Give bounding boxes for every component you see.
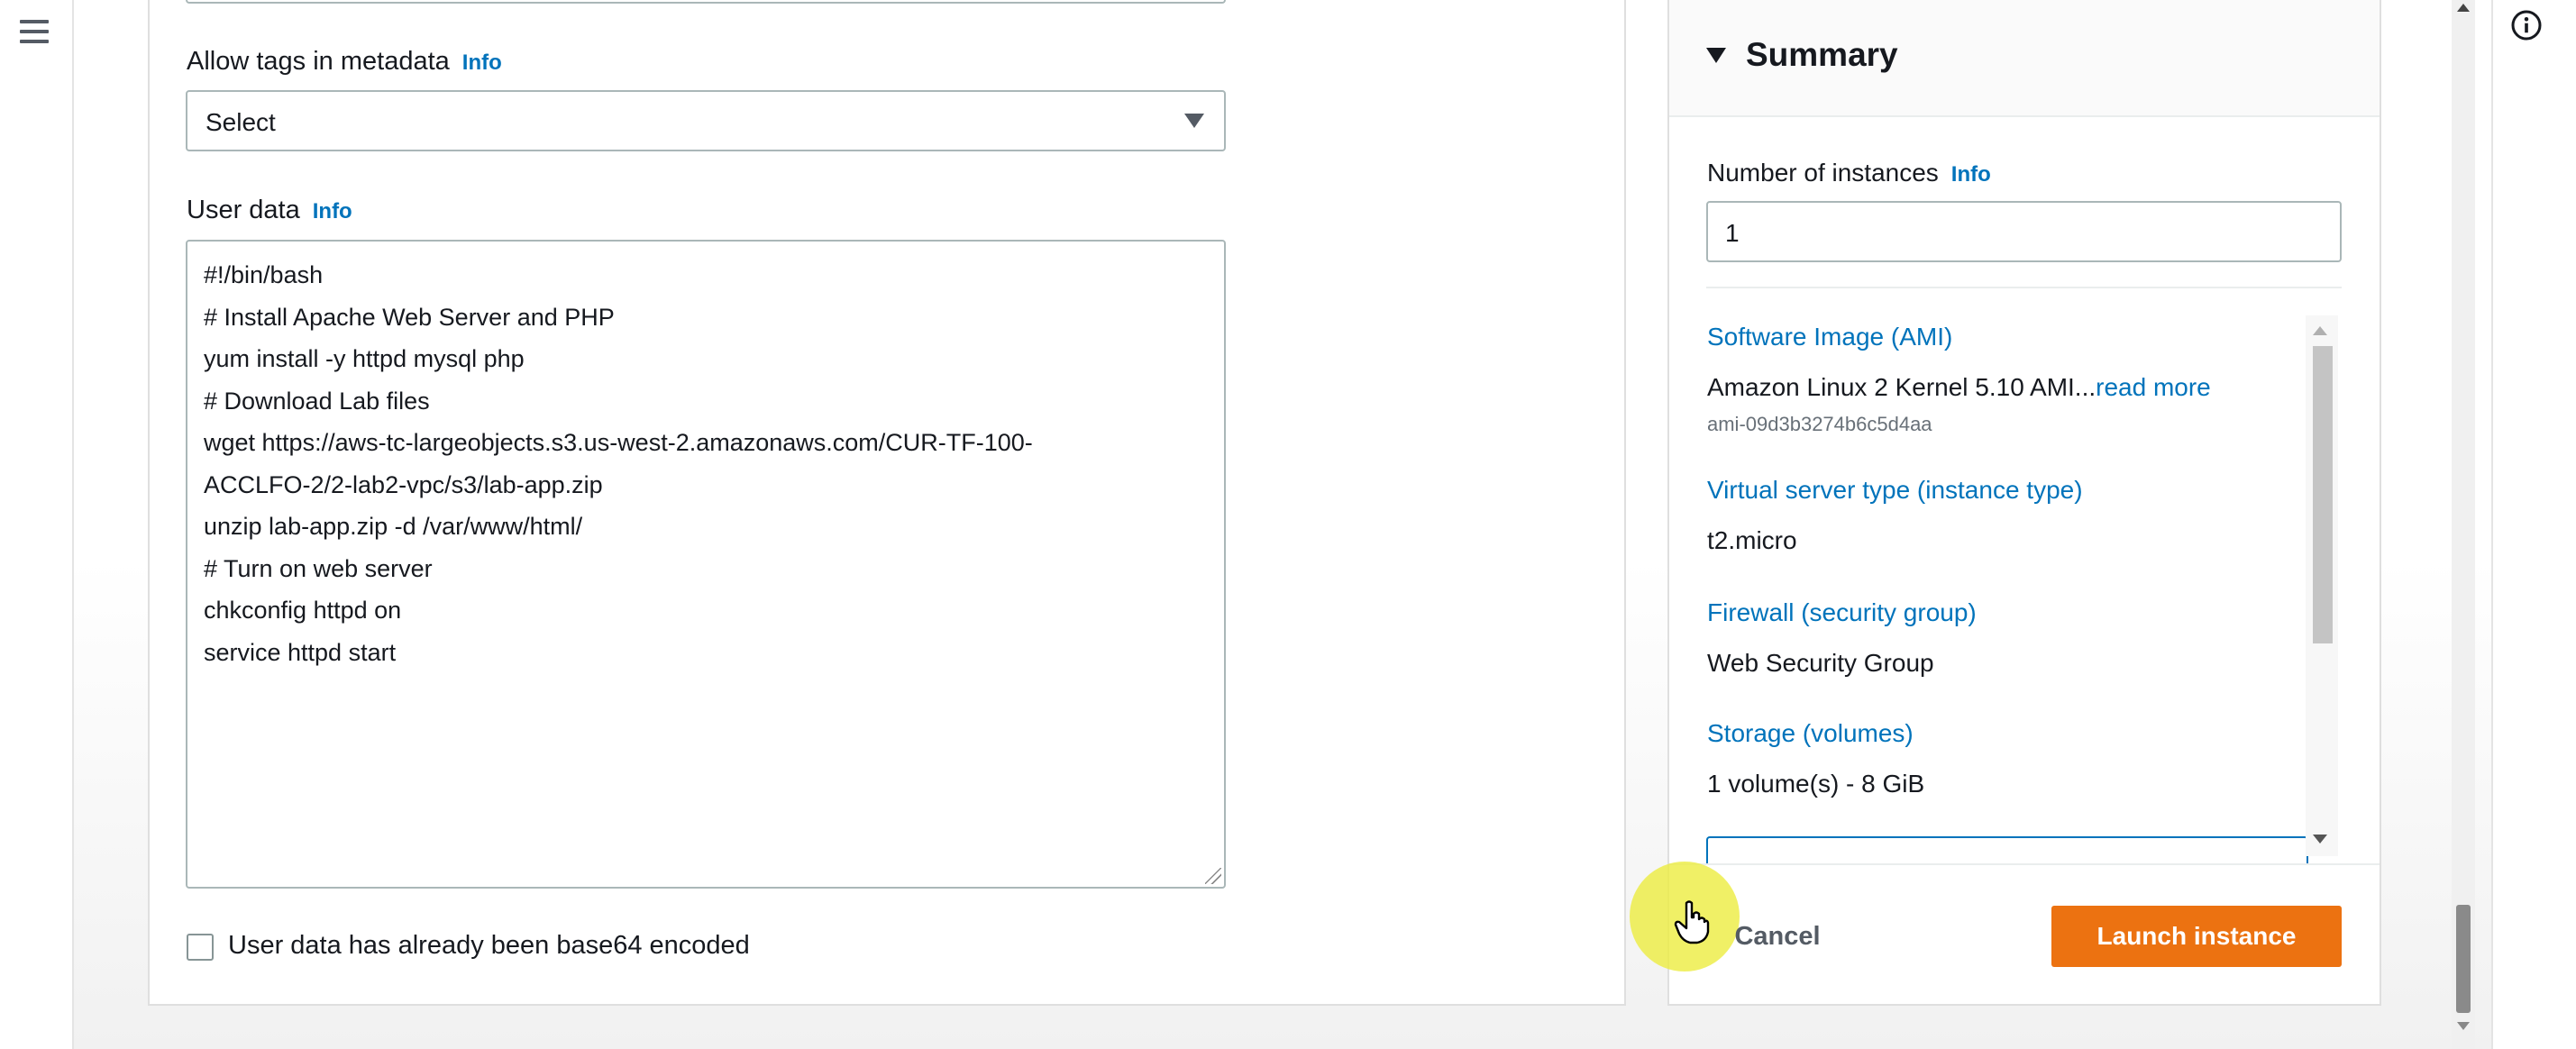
ami-id: ami-09d3b3274b6c5d4aa [1707,413,1932,435]
page-scroll-up-icon[interactable] [2457,4,2470,12]
storage-value: 1 volume(s) - 8 GiB [1707,770,1925,798]
user-data-line: # Install Apache Web Server and PHP [204,303,615,331]
scroll-down-arrow-icon[interactable] [2313,835,2327,844]
summary-title: Summary [1746,36,1898,73]
user-data-line: chkconfig httpd on [204,597,402,624]
scroll-up-arrow-icon[interactable] [2313,326,2327,335]
allow-tags-label: Allow tags in metadata Info [187,47,502,77]
user-data-line: service httpd start [204,638,397,666]
caret-down-icon [1184,114,1204,128]
collapse-caret-icon[interactable] [1706,48,1726,63]
number-of-instances-input[interactable]: 1 [1706,201,2342,262]
instance-type-link[interactable]: Virtual server type (instance type) [1707,476,2083,505]
number-of-instances-info-link[interactable]: Info [1951,162,1991,187]
user-data-line: unzip lab-app.zip -d /var/www/html/ [204,513,583,540]
allow-tags-info-link[interactable]: Info [462,50,502,75]
right-tools-rail [2491,0,2576,1049]
firewall-value: Web Security Group [1707,649,1934,677]
user-data-line: # Download Lab files [204,387,430,415]
base64-encoded-checkbox[interactable] [187,934,214,961]
number-of-instances-label: Number of instances Info [1707,159,1991,187]
user-data-line: # Turn on web server [204,554,433,582]
info-circle-icon[interactable] [2510,9,2543,41]
allow-tags-label-text: Allow tags in metadata [187,47,450,76]
number-of-instances-label-text: Number of instances [1707,159,1939,187]
user-data-line: ACCLFO-2/2-lab2-vpc/s3/lab-app.zip [204,470,603,498]
allow-tags-select[interactable]: Select [186,90,1226,151]
software-image-value: Amazon Linux 2 Kernel 5.10 AMI...read mo… [1707,373,2211,402]
page-scrollbar-thumb[interactable] [2456,905,2471,1013]
cancel-button[interactable]: Cancel [1723,905,1832,968]
previous-field-bottom [186,0,1226,4]
user-data-info-link[interactable]: Info [313,199,352,223]
storage-link[interactable]: Storage (volumes) [1707,719,1914,748]
launch-instance-button[interactable]: Launch instance [2051,906,2342,967]
user-data-line: yum install -y httpd mysql php [204,345,525,372]
summary-scrollbar-thumb[interactable] [2313,346,2333,643]
hand-pointer-icon [1674,900,1710,944]
user-data-line: #!/bin/bash [204,261,324,288]
firewall-link[interactable]: Firewall (security group) [1707,598,1977,627]
user-data-label: User data Info [187,196,352,225]
summary-next-item-partial [1706,836,2308,863]
hamburger-menu-icon[interactable] [20,20,49,43]
user-data-line: wget https://aws-tc-largeobjects.s3.us-w… [204,429,1033,456]
left-nav-rail [0,0,74,1049]
summary-divider [1706,287,2342,288]
user-data-label-text: User data [187,196,300,224]
read-more-link[interactable]: read more [2096,373,2211,401]
allow-tags-select-value: Select [206,108,276,136]
software-image-name: Amazon Linux 2 Kernel 5.10 AMI... [1707,373,2096,401]
instance-type-value: t2.micro [1707,526,1797,554]
resize-handle-icon[interactable] [1205,868,1221,884]
page-scrollbar[interactable] [2452,0,2475,1049]
base64-encoded-label: User data has already been base64 encode… [228,931,750,960]
user-data-textarea[interactable]: #!/bin/bash # Install Apache Web Server … [186,240,1226,889]
software-image-link[interactable]: Software Image (AMI) [1707,323,1952,351]
number-of-instances-value: 1 [1725,219,1740,247]
page-scroll-down-icon[interactable] [2457,1022,2470,1030]
summary-footer-divider [1669,863,2380,865]
